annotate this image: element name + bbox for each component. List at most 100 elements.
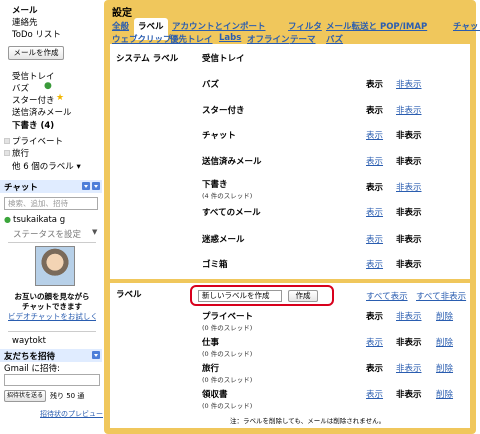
invite-collapse-icon[interactable] xyxy=(92,351,100,359)
system-labels-heading: システム ラベル xyxy=(116,54,179,64)
online-status-icon: ● xyxy=(4,215,11,224)
tab-general[interactable]: 全般 xyxy=(112,20,129,32)
chat-search-input[interactable]: 検索、追加、招待 xyxy=(4,197,98,210)
thread-count: (0 件のスレッド) xyxy=(202,402,253,410)
invites-remaining: 残り 50 通 xyxy=(50,392,85,400)
label-show-link[interactable]: 表示 xyxy=(366,336,383,348)
user-label-name: 仕事 xyxy=(202,338,220,348)
buzz-icon: ● xyxy=(44,81,52,91)
system-label-name: スター付き xyxy=(202,106,245,116)
thread-count: (0 件のスレッド) xyxy=(202,376,253,384)
status-dropdown-icon[interactable]: ▼ xyxy=(92,228,97,236)
video-chat-promo: お互いの顔を見ながら チャットできます ビデオチャットをお試しください xyxy=(8,242,96,332)
system-label-name: バズ xyxy=(202,80,220,90)
label-show-selected: 表示 xyxy=(366,312,384,322)
system-label-name: チャット xyxy=(202,131,236,141)
label-delete-link[interactable]: 削除 xyxy=(436,310,453,322)
invite-email-input[interactable] xyxy=(4,374,100,386)
folder-starred[interactable]: スター付き xyxy=(12,94,55,106)
label-color-swatch xyxy=(4,138,10,144)
label-delete-link[interactable]: 削除 xyxy=(436,362,453,374)
video-chat-link[interactable]: ビデオチャットをお試しください xyxy=(8,311,96,322)
system-label-name: ゴミ箱 xyxy=(202,260,228,270)
tab-accounts[interactable]: アカウントとインポート xyxy=(172,20,266,32)
create-label-button[interactable]: 作成 xyxy=(288,290,318,302)
more-labels-link[interactable]: 他 6 個のラベル ▾ xyxy=(12,160,81,172)
folder-buzz[interactable]: バズ xyxy=(12,82,29,94)
nav-mail-link[interactable]: メール xyxy=(12,4,38,16)
system-label-name: 受信トレイ xyxy=(202,54,245,64)
compose-button[interactable]: メールを作成 xyxy=(8,46,64,60)
label-hide-selected: 非表示 xyxy=(396,235,422,245)
video-chat-image xyxy=(35,246,75,286)
label-delete-link[interactable]: 削除 xyxy=(436,388,453,400)
hide-all-link[interactable]: すべて非表示 xyxy=(416,290,466,302)
tab-forwarding[interactable]: メール転送と POP/IMAP xyxy=(326,20,427,32)
section-divider xyxy=(110,279,470,283)
chat-collapse-icon[interactable] xyxy=(92,182,100,190)
user-label-name: プライベート xyxy=(202,312,254,322)
star-icon: ★ xyxy=(56,93,65,103)
sidebar-label-travel[interactable]: 旅行 xyxy=(12,147,29,159)
label-hide-selected: 非表示 xyxy=(396,390,422,400)
label-hide-link[interactable]: 非表示 xyxy=(396,310,422,322)
new-label-highlight: 新しいラベルを作成 作成 xyxy=(190,285,334,306)
label-show-link[interactable]: 表示 xyxy=(366,155,383,167)
tab-chat[interactable]: チャット xyxy=(453,20,480,32)
chat-user-name: tsukaikata g xyxy=(13,215,66,225)
label-show-selected: 表示 xyxy=(366,80,384,90)
user-label-name: 旅行 xyxy=(202,364,220,374)
invite-preview-link[interactable]: 招待状のプレビュー xyxy=(40,409,103,419)
label-hide-selected: 非表示 xyxy=(396,260,422,270)
thread-count: (0 件のスレッド) xyxy=(202,324,253,332)
system-label-name: 下書き xyxy=(202,180,228,190)
label-color-swatch xyxy=(4,150,10,156)
label-delete-link[interactable]: 削除 xyxy=(436,336,453,348)
nav-todo-link[interactable]: ToDo リスト xyxy=(12,28,61,40)
label-hide-selected: 非表示 xyxy=(396,338,422,348)
tab-labs[interactable]: Labs xyxy=(219,33,241,43)
label-hide-link[interactable]: 非表示 xyxy=(396,362,422,374)
folder-sent[interactable]: 送信済みメール xyxy=(12,106,72,118)
thread-count: (4 件のスレッド) xyxy=(202,192,253,200)
label-hide-selected: 非表示 xyxy=(396,157,422,167)
chat-contact[interactable]: waytokt xyxy=(12,336,46,346)
delete-note: 注：ラベルを削除しても、メールは削除されません。 xyxy=(230,417,386,425)
user-label-name: 領収書 xyxy=(202,390,228,400)
tab-filters[interactable]: フィルタ xyxy=(288,20,322,32)
new-label-input[interactable]: 新しいラベルを作成 xyxy=(198,290,282,302)
label-show-selected: 表示 xyxy=(366,364,384,374)
invite-title: 友だちを招待 xyxy=(4,352,56,362)
label-hide-link[interactable]: 非表示 xyxy=(396,78,422,90)
user-labels-heading: ラベル xyxy=(116,290,142,300)
system-label-name: 迷惑メール xyxy=(202,235,245,245)
label-show-link[interactable]: 表示 xyxy=(366,233,383,245)
label-show-link[interactable]: 表示 xyxy=(366,258,383,270)
folder-drafts[interactable]: 下書き (4) xyxy=(12,119,54,131)
label-show-link[interactable]: 表示 xyxy=(366,206,383,218)
chat-status-setter[interactable]: ステータスを設定 xyxy=(13,228,81,240)
chat-panel-header: チャット xyxy=(0,180,102,193)
settings-title: 設定 xyxy=(112,8,132,19)
label-show-selected: 表示 xyxy=(366,183,384,193)
label-hide-selected: 非表示 xyxy=(396,208,422,218)
invite-panel-header: 友だちを招待 xyxy=(0,349,102,362)
label-hide-link[interactable]: 非表示 xyxy=(396,181,422,193)
sidebar-label-private[interactable]: プライベート xyxy=(12,135,63,147)
nav-contacts-link[interactable]: 連絡先 xyxy=(12,16,38,28)
thread-count: (0 件のスレッド) xyxy=(202,350,253,358)
system-label-name: すべてのメール xyxy=(202,208,261,218)
label-show-link[interactable]: 表示 xyxy=(366,388,383,400)
chat-options-icon[interactable] xyxy=(82,182,90,190)
show-all-link[interactable]: すべて表示 xyxy=(366,290,408,302)
label-show-link[interactable]: 表示 xyxy=(366,129,383,141)
sidebar: メール 連絡先 ToDo リスト メールを作成 受信トレイ バズ ● スター付き… xyxy=(0,0,104,434)
invite-field-label: Gmail に招待: xyxy=(4,364,60,374)
system-label-name: 送信済みメール xyxy=(202,157,262,167)
label-hide-selected: 非表示 xyxy=(396,131,422,141)
send-invite-button[interactable]: 招待状を送る xyxy=(4,390,46,402)
labels-settings-content: システム ラベル 受信トレイ バズ 表示 非表示 スター付き 表示 非表示 チャ… xyxy=(110,44,470,428)
chat-title: チャット xyxy=(4,183,38,193)
label-hide-link[interactable]: 非表示 xyxy=(396,104,422,116)
settings-panel: 設定 全般 ラベル アカウントとインポート フィルタ メール転送と POP/IM… xyxy=(104,0,480,434)
